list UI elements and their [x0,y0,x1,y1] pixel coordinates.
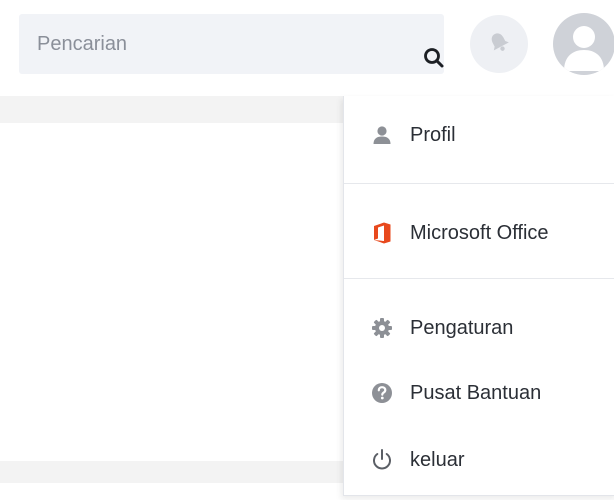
avatar[interactable] [553,13,614,75]
top-header [0,0,614,96]
power-icon [371,449,393,471]
microsoft-office-icon [371,222,393,244]
menu-item-microsoft-office[interactable]: Microsoft Office [344,206,614,260]
menu-divider [344,278,614,279]
gear-icon [371,317,393,339]
notification-button[interactable] [470,15,528,73]
menu-divider [344,183,614,184]
menu-item-label: Pengaturan [410,316,514,339]
menu-item-keluar[interactable]: keluar [344,433,614,487]
menu-item-pusat-bantuan[interactable]: Pusat Bantuan [344,366,614,420]
page: Profil Microsoft Office [0,0,614,500]
search-icon[interactable] [423,47,445,69]
user-avatar-icon [564,26,604,71]
search-box [19,14,444,74]
menu-item-label: Profil [410,123,456,146]
menu-item-label: Microsoft Office [410,221,549,244]
menu-item-label: Pusat Bantuan [410,381,542,404]
help-icon [371,382,393,404]
search-input[interactable] [19,14,389,74]
menu-item-pengaturan[interactable]: Pengaturan [344,301,614,355]
menu-item-label: keluar [410,448,465,471]
user-dropdown-menu: Profil Microsoft Office Pengaturan Pusat… [343,96,614,496]
menu-item-profil[interactable]: Profil [344,108,614,162]
user-icon [371,124,393,146]
bell-icon [486,29,512,60]
